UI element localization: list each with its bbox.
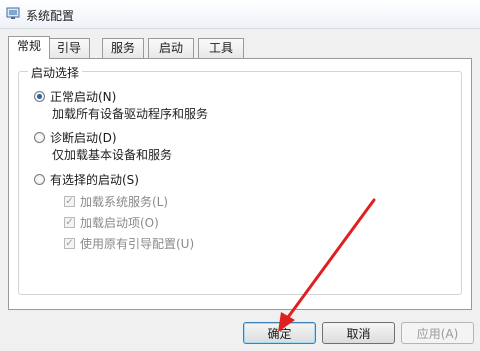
tab-boot[interactable]: 引导 [48,38,90,58]
normal-startup-label: 正常启动(N) [50,89,117,104]
diagnostic-startup-description: 仅加载基本设备和服务 [52,148,173,162]
radio-button[interactable] [34,131,45,143]
use-original-boot-config-checkbox: ✓ 使用原有引导配置(U) [64,235,194,251]
cancel-button[interactable]: 取消 [322,322,395,344]
checkbox: ✓ [64,195,75,207]
radio-button[interactable] [34,90,45,102]
checkbox: ✓ [64,216,75,228]
apply-button[interactable]: 应用(A) [401,322,474,344]
checkbox: ✓ [64,237,75,249]
load-startup-items-checkbox: ✓ 加载启动项(O) [64,214,159,230]
load-startup-items-label: 加载启动项(O) [80,215,159,230]
load-system-services-label: 加载系统服务(L) [80,194,169,209]
tab-tools[interactable]: 工具 [198,38,244,58]
normal-startup-description: 加载所有设备驱动程序和服务 [52,107,209,121]
load-system-services-checkbox: ✓ 加载系统服务(L) [64,193,168,209]
tab-general[interactable]: 常规 [8,36,50,59]
selective-startup-label: 有选择的启动(S) [50,172,139,187]
ok-button[interactable]: 确定 [243,322,316,344]
diagnostic-startup-option[interactable]: 诊断启动(D) [34,129,117,145]
normal-startup-option[interactable]: 正常启动(N) [34,88,116,104]
tab-services[interactable]: 服务 [102,38,144,58]
use-original-boot-config-label: 使用原有引导配置(U) [80,236,195,251]
radio-button[interactable] [34,173,45,185]
startup-selection-label: 启动选择 [28,64,83,81]
tab-startup[interactable]: 启动 [148,38,194,58]
window-title: 系统配置 [26,9,75,23]
system-config-icon [6,7,20,19]
title-bar: 系统配置 [0,0,480,29]
diagnostic-startup-label: 诊断启动(D) [50,130,117,145]
selective-startup-option[interactable]: 有选择的启动(S) [34,171,139,187]
